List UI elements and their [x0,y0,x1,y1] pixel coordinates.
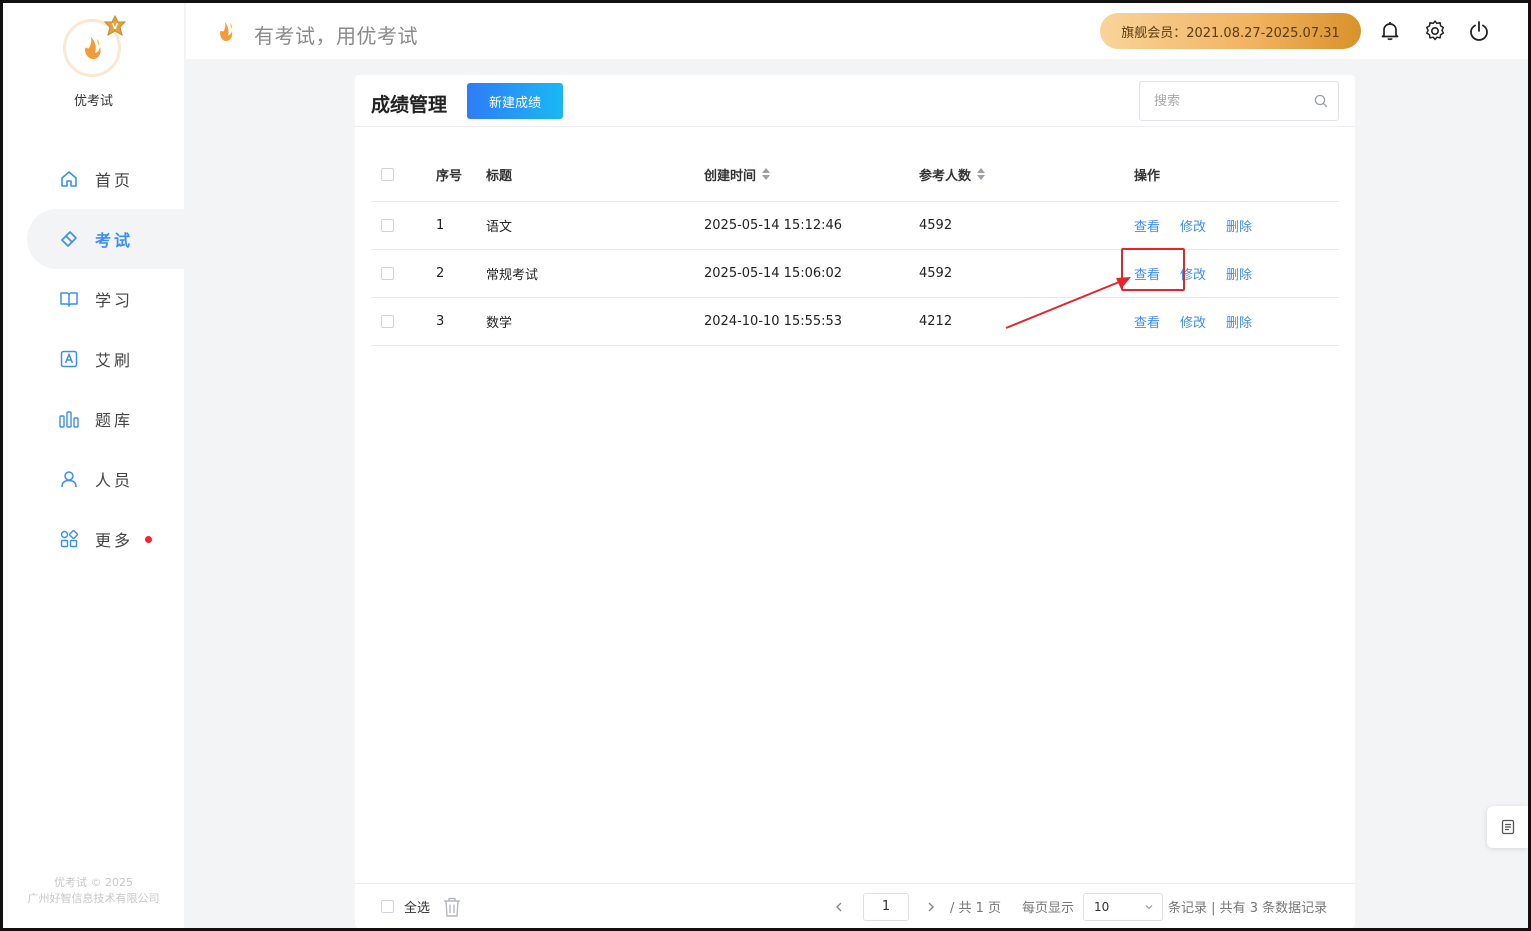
sidebar-item-more[interactable]: 更多 [3,509,184,569]
header-title: 标题 [486,168,513,184]
page-number-input[interactable] [863,892,909,921]
vip-membership-badge[interactable]: 旗舰会员：2021.08.27-2025.07.31 [1100,13,1361,49]
page-title: 成绩管理 [371,94,448,116]
trash-icon[interactable] [442,896,462,918]
sidebar-item-label: 题库 [95,411,134,430]
row-index: 1 [436,218,445,233]
gear-icon[interactable] [1424,20,1446,42]
sidebar-item-study[interactable]: 学习 [3,269,184,329]
header-created: 创建时间 [704,168,757,184]
letter-a-icon [59,349,79,369]
home-icon [59,169,79,189]
card-header: 成绩管理 新建成绩 [355,75,1355,127]
vip-badge-icon: V [103,15,127,37]
apps-icon [59,529,79,549]
score-table: 序号 标题 创建时间 参考人数 操作 1 语文 2025-05-14 15:12… [371,147,1339,346]
eraser-icon [59,229,79,249]
brand-name: 优考试 [73,94,113,109]
table-header-row: 序号 标题 创建时间 参考人数 操作 [371,147,1339,202]
row-participants: 4592 [919,218,953,233]
table-row: 1 语文 2025-05-14 15:12:46 4592 查看 修改 删除 [371,202,1339,250]
edit-link[interactable]: 修改 [1180,216,1206,235]
table-row: 3 数学 2024-10-10 15:55:53 4212 查看 修改 删除 [371,298,1339,346]
per-page-value: 10 [1094,899,1110,914]
row-participants: 4592 [919,266,953,281]
search-icon[interactable] [1314,94,1328,108]
chevron-down-icon [1145,904,1153,909]
power-icon[interactable] [1468,20,1490,42]
row-checkbox[interactable] [381,219,394,232]
per-page-select[interactable]: 10 [1083,892,1163,921]
footer-select-all-checkbox[interactable] [381,900,394,913]
sidebar-nav: 首页 考试 学习 艾刷 题库 人员 更多 [3,149,184,569]
bell-icon[interactable] [1379,20,1401,42]
row-checkbox[interactable] [381,267,394,280]
delete-link[interactable]: 删除 [1226,216,1252,235]
user-icon [59,469,79,489]
bars-icon [59,409,79,429]
row-checkbox[interactable] [381,315,394,328]
sidebar-item-label: 学习 [95,291,134,310]
notification-dot [145,535,153,543]
sidebar: V 优考试 首页 考试 学习 艾刷 题库 人员 更多 优考试 © 2025 广州… [3,3,184,928]
search-box [1139,81,1339,121]
search-input[interactable] [1140,82,1300,120]
sidebar-item-label: 考试 [95,231,134,250]
row-title: 常规考试 [486,268,539,283]
sort-icon[interactable] [977,168,986,180]
row-participants: 4212 [919,314,953,329]
sidebar-item-brush[interactable]: 艾刷 [3,329,184,389]
top-header: 有考试，用优考试 旗舰会员：2021.08.27-2025.07.31 [186,3,1528,59]
sidebar-item-people[interactable]: 人员 [3,449,184,509]
header-logo-icon [220,22,233,41]
per-page-label: 每页显示 [1022,901,1075,916]
total-pages: / 共 1 页 [950,901,1002,916]
header-participants-sortable[interactable]: 参考人数 [919,147,986,201]
records-summary: 条记录 | 共有 3 条数据记录 [1168,901,1328,916]
sidebar-item-label: 艾刷 [95,351,134,370]
table-footer: 全选 / 共 1 页 每页显示 10 条记录 | 共有 3 条数据记录 [355,883,1355,928]
select-all-checkbox[interactable] [381,167,394,181]
logo-flame-icon [85,37,101,59]
view-link[interactable]: 查看 [1134,216,1160,235]
row-index: 3 [436,314,445,329]
prev-page-icon[interactable] [833,901,845,913]
sidebar-item-exam[interactable]: 考试 [27,209,184,269]
sidebar-item-label: 人员 [95,471,134,490]
edit-link[interactable]: 修改 [1180,312,1206,331]
delete-link[interactable]: 删除 [1226,264,1252,283]
header-actions: 操作 [1134,168,1161,184]
document-icon [1501,819,1514,835]
next-page-icon[interactable] [925,901,937,913]
table-row: 2 常规考试 2025-05-14 15:06:02 4592 查看 修改 删除 [371,250,1339,298]
row-created: 2025-05-14 15:12:46 [704,218,843,233]
row-created: 2024-10-10 15:55:53 [704,314,843,329]
floating-notes-button[interactable] [1487,806,1528,848]
book-icon [59,289,79,309]
sort-icon[interactable] [762,168,771,180]
new-score-button[interactable]: 新建成绩 [467,83,563,119]
brand-logo[interactable]: V [63,15,127,81]
sidebar-item-bank[interactable]: 题库 [3,389,184,449]
row-created: 2025-05-14 15:06:02 [704,266,843,281]
sidebar-item-label: 更多 [95,531,134,550]
annotation-arrow-icon [1005,277,1131,329]
sidebar-item-home[interactable]: 首页 [3,149,184,209]
score-management-card: 成绩管理 新建成绩 序号 标题 创建时间 参考人数 操作 [355,75,1355,928]
sidebar-item-label: 首页 [95,171,134,190]
svg-text:V: V [112,22,119,31]
copyright-line: 优考试 © 2025 [54,876,133,889]
slogan: 有考试，用优考试 [254,24,418,48]
header-index: 序号 [436,168,463,184]
copyright: 优考试 © 2025 广州好智信息技术有限公司 [3,875,184,907]
delete-link[interactable]: 删除 [1226,312,1252,331]
row-index: 2 [436,266,445,281]
header-participants: 参考人数 [919,168,972,184]
row-title: 语文 [486,220,513,235]
company-name: 广州好智信息技术有限公司 [27,892,160,905]
select-all-label[interactable]: 全选 [404,897,430,916]
header-created-sortable[interactable]: 创建时间 [704,147,771,201]
row-title: 数学 [486,316,513,331]
